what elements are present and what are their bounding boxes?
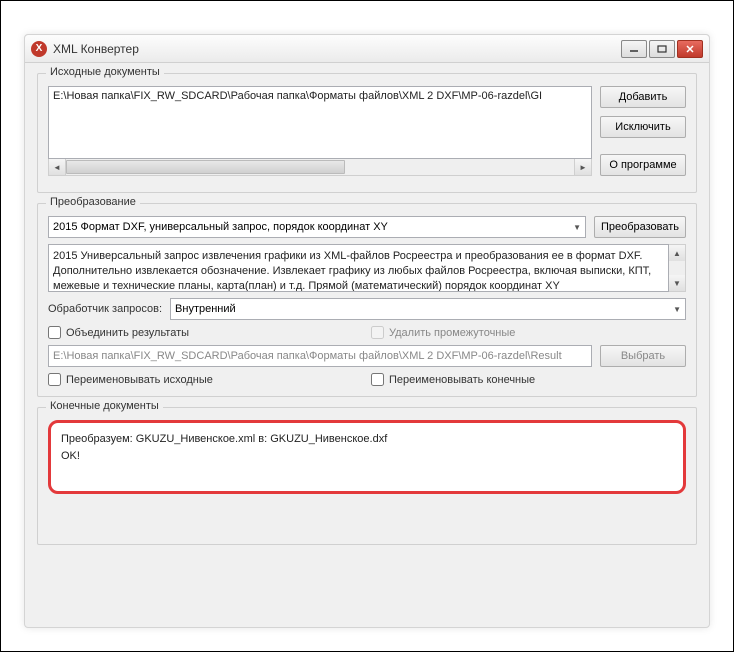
rename-source-label: Переименовывать исходные [66,374,213,386]
description-vscrollbar[interactable]: ▲ ▼ [669,244,686,292]
transform-group: Преобразование 2015 Формат DXF, универса… [37,203,697,397]
source-files-list[interactable]: E:\Новая папка\FIX_RW_SDCARD\Рабочая пап… [48,86,592,159]
rename-dest-input[interactable] [371,373,384,386]
output-line-1: Преобразуем: GKUZU_Нивенское.xml в: GKUZ… [61,431,673,448]
about-button[interactable]: О программе [600,154,686,176]
format-description: 2015 Универсальный запрос извлечения гра… [48,244,669,292]
choose-path-button: Выбрать [600,345,686,367]
convert-button[interactable]: Преобразовать [594,216,686,238]
window-title: XML Конвертер [53,42,621,56]
merge-results-input[interactable] [48,326,61,339]
format-selected-value: 2015 Формат DXF, универсальный запрос, п… [53,221,388,233]
close-button[interactable] [677,40,703,58]
output-log: Преобразуем: GKUZU_Нивенское.xml в: GKUZ… [48,420,686,494]
result-group-title: Конечные документы [46,400,163,412]
delete-temp-input [371,326,384,339]
minimize-button[interactable] [621,40,647,58]
source-group: Исходные документы E:\Новая папка\FIX_RW… [37,73,697,193]
handler-selected-value: Внутренний [175,303,236,315]
merge-results-label: Объединить результаты [66,327,189,339]
content-area: Исходные документы E:\Новая папка\FIX_RW… [25,63,709,565]
source-file-entry[interactable]: E:\Новая папка\FIX_RW_SDCARD\Рабочая пап… [53,90,587,102]
merge-results-checkbox[interactable]: Объединить результаты [48,326,363,339]
add-button[interactable]: Добавить [600,86,686,108]
source-group-title: Исходные документы [46,66,164,78]
delete-temp-checkbox: Удалить промежуточные [371,326,686,339]
rename-dest-checkbox[interactable]: Переименовывать конечные [371,373,686,386]
output-line-2: OK! [61,448,673,465]
maximize-button[interactable] [649,40,675,58]
result-group: Конечные документы Преобразуем: GKUZU_Ни… [37,407,697,545]
remove-button[interactable]: Исключить [600,116,686,138]
scroll-right-icon[interactable]: ► [574,159,591,175]
app-icon: X [31,41,47,57]
app-window: X XML Конвертер Исходные документы E:\Но… [0,0,734,652]
scroll-thumb[interactable] [66,160,345,174]
rename-source-checkbox[interactable]: Переименовывать исходные [48,373,363,386]
transform-group-title: Преобразование [46,196,140,208]
handler-label: Обработчик запросов: [48,303,162,315]
scroll-down-icon[interactable]: ▼ [669,275,685,291]
delete-temp-label: Удалить промежуточные [389,327,515,339]
format-select[interactable]: 2015 Формат DXF, универсальный запрос, п… [48,216,586,238]
rename-dest-label: Переименовывать конечные [389,374,535,386]
handler-select[interactable]: Внутренний [170,298,686,320]
result-path-field [48,345,592,367]
window-chrome: X XML Конвертер Исходные документы E:\Но… [24,34,710,628]
titlebar[interactable]: X XML Конвертер [25,35,709,63]
scroll-up-icon[interactable]: ▲ [669,245,685,261]
window-controls [621,40,703,58]
scroll-left-icon[interactable]: ◄ [49,159,66,175]
source-hscrollbar[interactable]: ◄ ► [48,159,592,176]
rename-source-input[interactable] [48,373,61,386]
